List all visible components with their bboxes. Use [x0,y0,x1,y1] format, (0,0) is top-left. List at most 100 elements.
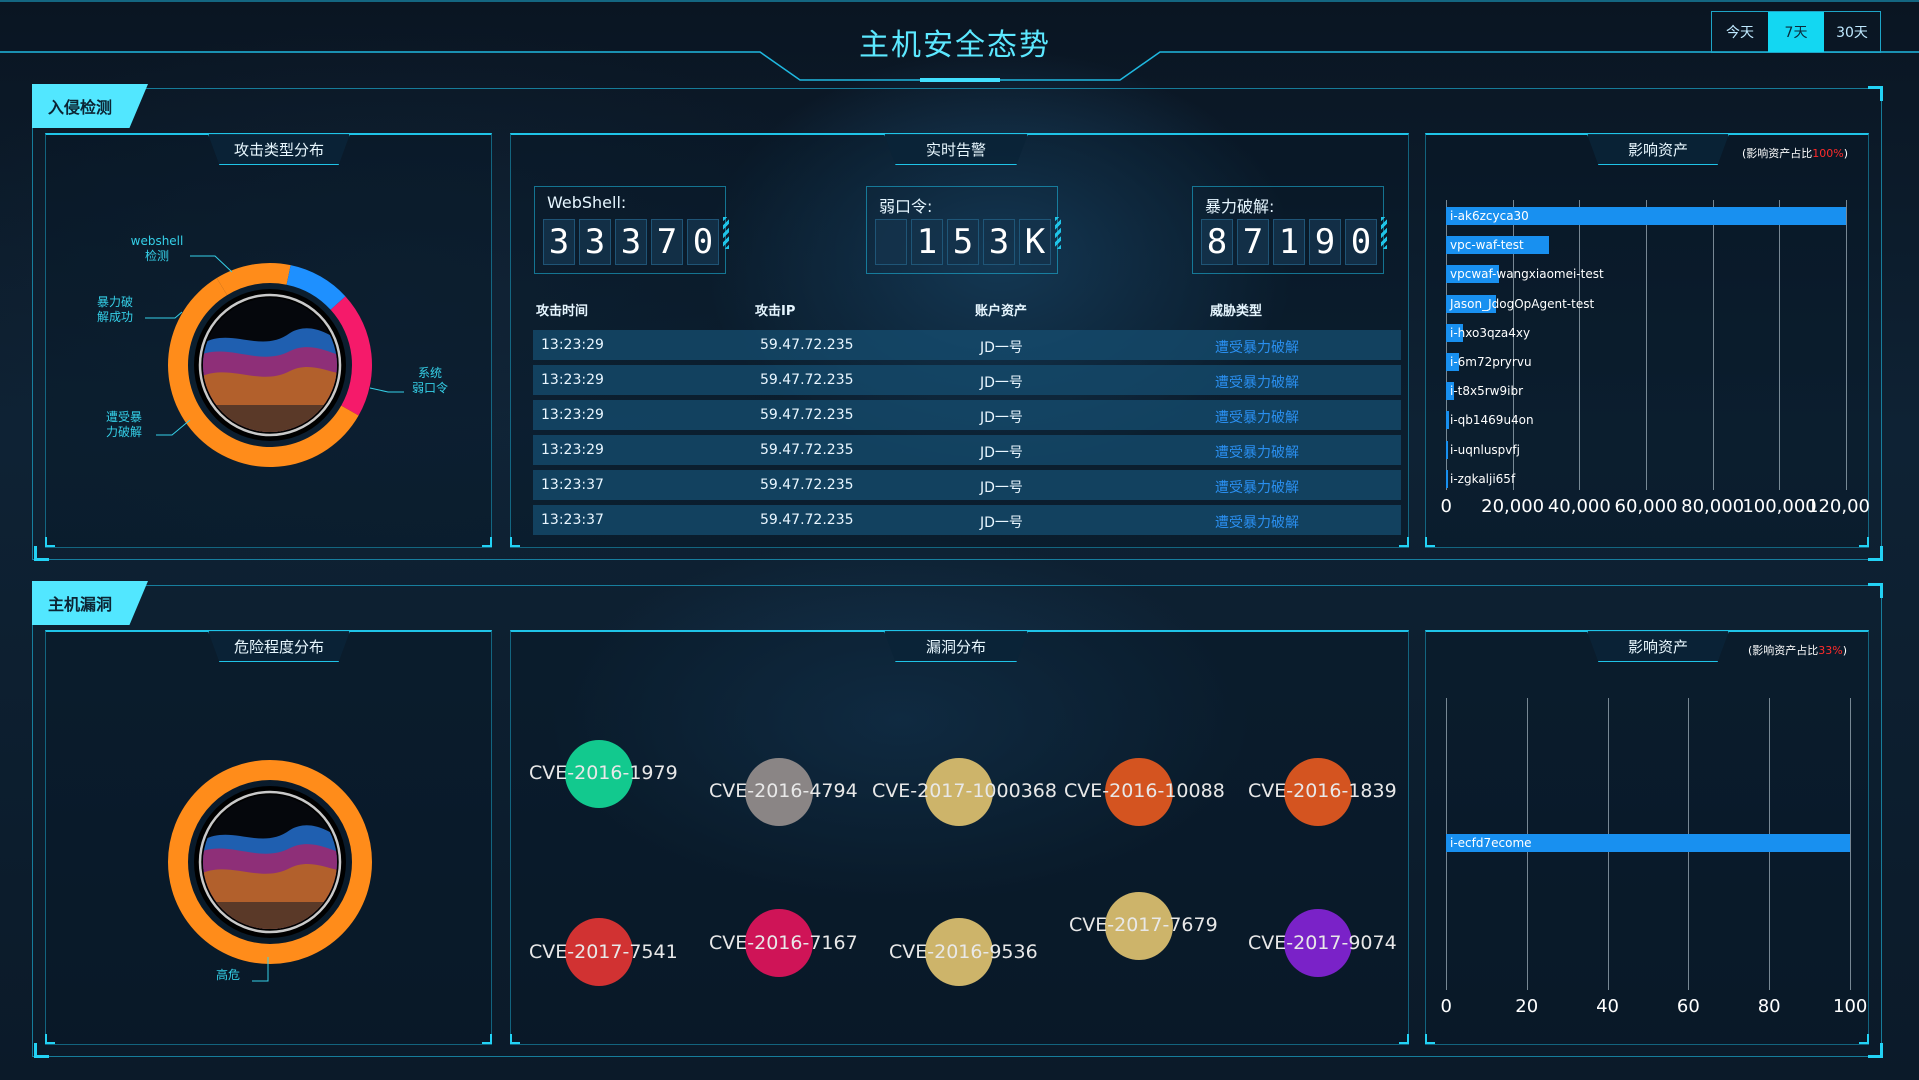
cell-account: JD一号 [980,410,1023,426]
counter-digit: 3 [983,219,1015,265]
col-header-attack-time: 攻击时间 [536,304,589,319]
panel-corner [1425,537,1435,547]
table-row[interactable]: 13:23:29 59.47.72.235 JD一号 遭受暴力破解 [533,400,1401,430]
cell-threat[interactable]: 遭受暴力破解 [1215,512,1299,532]
affected-assets-ratio-bottom: (影响资产占比33%) [1748,642,1847,658]
attack-type-leaders [145,255,404,436]
table-row[interactable]: 13:23:29 59.47.72.235 JD一号 遭受暴力破解 [533,330,1401,360]
col-header-account: 账户资产 [975,304,1028,319]
x-tick-label: 60 [1676,996,1700,1017]
cell-threat[interactable]: 遭受暴力破解 [1215,407,1299,427]
counter-digit: 3 [579,219,611,265]
x-tick-label: 0 [1440,996,1452,1017]
cell-ip: 59.47.72.235 [760,477,854,493]
counter-digit: 8 [1201,219,1233,265]
cell-time: 13:23:29 [541,407,604,423]
grid-line [1579,200,1581,490]
asset-bar[interactable] [1446,411,1450,430]
weak-password-counter: 弱口令: 1 5 3 K [866,186,1061,274]
cell-threat[interactable]: 遭受暴力破解 [1215,337,1299,357]
vuln-bubble-label: CVE-2016-1979 [529,762,678,784]
table-row[interactable]: 13:23:37 59.47.72.235 JD一号 遭受暴力破解 [533,470,1401,500]
ratio-prefix: (影响资产占比 [1742,147,1813,160]
frame-corner [1868,1043,1883,1058]
frame-corner [1868,583,1883,598]
cell-threat[interactable]: 遭受暴力破解 [1215,442,1299,462]
panel-corner [1859,537,1869,547]
x-tick-label: 0 [1440,496,1452,517]
range-30days-button[interactable]: 30天 [1824,12,1880,52]
asset-bar[interactable] [1446,440,1448,459]
panel-corner [1399,537,1409,547]
cell-account: JD一号 [980,480,1023,496]
assets-bar-chart-top: 0 20,000 40,000 60,000 80,000 100,000 120,00 i-… [1441,200,1870,517]
frame-corner [34,1043,49,1058]
asset-bar-label: i-ecfd7ecome [1450,836,1532,850]
asset-bar-label: i-qb1469u4on [1450,413,1534,428]
webshell-counter: WebShell: 3 3 3 7 0 [534,186,729,274]
table-row[interactable]: 13:23:37 59.47.72.235 JD一号 遭受暴力破解 [533,505,1401,535]
grid-line [1846,200,1847,490]
asset-bar-label: i-zgkalji65f [1450,471,1516,486]
vuln-section-tag: 主机漏洞 [32,581,148,625]
vuln-bubble-label: CVE-2016-10088 [1064,780,1225,802]
panel-corner [1425,1034,1435,1044]
asset-bar[interactable] [1446,469,1448,488]
panel-corner [510,1034,520,1044]
table-row[interactable]: 13:23:29 59.47.72.235 JD一号 遭受暴力破解 [533,365,1401,395]
frame-corner [1868,546,1883,561]
range-7days-button[interactable]: 7天 [1768,12,1824,52]
panel-corner [482,1034,492,1044]
ratio-value: 100% [1812,147,1844,160]
cell-time: 13:23:37 [541,477,604,493]
webshell-counter-label: WebShell: [547,193,627,212]
cell-ip: 59.47.72.235 [760,337,854,353]
panel-corner [45,537,55,547]
panel-corner [1859,1034,1869,1044]
brute-force-counter-label: 暴力破解: [1205,197,1275,216]
severity-leader [252,957,269,982]
panel-corner [1399,1034,1409,1044]
cell-threat[interactable]: 遭受暴力破解 [1215,372,1299,392]
col-header-attack-ip: 攻击IP [755,304,796,319]
severity-label-high: 高危 [215,968,240,982]
frame-corner [1868,86,1883,101]
cell-account: JD一号 [980,515,1023,531]
attack-type-panel-title: 攻击类型分布 [208,134,350,165]
cell-ip: 59.47.72.235 [760,442,854,458]
range-today-button[interactable]: 今天 [1712,12,1768,52]
counter-digit: 9 [1309,219,1341,265]
weak-password-counter-label: 弱口令: [879,197,933,216]
counter-digit: 0 [1345,219,1377,265]
x-tick-label: 100,000 [1742,496,1817,517]
vuln-distribution-title: 漏洞分布 [884,631,1028,662]
counter-digit: 7 [651,219,683,265]
affected-assets-title-top: 影响资产 [1587,134,1729,165]
counter-stripes [1055,217,1061,249]
cell-threat[interactable]: 遭受暴力破解 [1215,477,1299,497]
vuln-bubble-label: CVE-2016-4794 [709,780,858,802]
x-tick-label: 80 [1757,996,1781,1017]
attack-type-label-brute-success: 暴力破 解成功 [96,295,133,324]
vuln-bubble-label: CVE-2016-7167 [709,932,858,954]
assets-bar-chart-bottom: 0 20 40 60 80 100 i-ecfd7ecome [1441,698,1867,1017]
intrusion-section-tag: 入侵检测 [32,84,148,128]
asset-bar-label: i-uqnluspvfj [1450,442,1520,457]
vuln-bubble-label: CVE-2017-7541 [529,941,678,963]
vuln-bubble-label: CVE-2017-1000368 [872,780,1057,802]
cell-time: 13:23:29 [541,372,604,388]
panel-corner [482,537,492,547]
cell-ip: 59.47.72.235 [760,372,854,388]
realtime-alerts-title: 实时告警 [884,134,1028,165]
counter-digit: 1 [911,219,943,265]
cell-ip: 59.47.72.235 [760,512,854,528]
ratio-suffix: ) [1843,147,1849,160]
cell-time: 13:23:29 [541,442,604,458]
table-row[interactable]: 13:23:29 59.47.72.235 JD一号 遭受暴力破解 [533,435,1401,465]
vuln-bubble-label: CVE-2016-1839 [1248,780,1397,802]
x-tick-label: 60,000 [1614,496,1678,517]
attack-type-label-brute-attack: 遭受暴 力破解 [105,410,142,439]
counter-digit: 0 [687,219,719,265]
date-range-switch: 今天 7天 30天 [1711,11,1881,53]
grid-line [1712,200,1714,490]
